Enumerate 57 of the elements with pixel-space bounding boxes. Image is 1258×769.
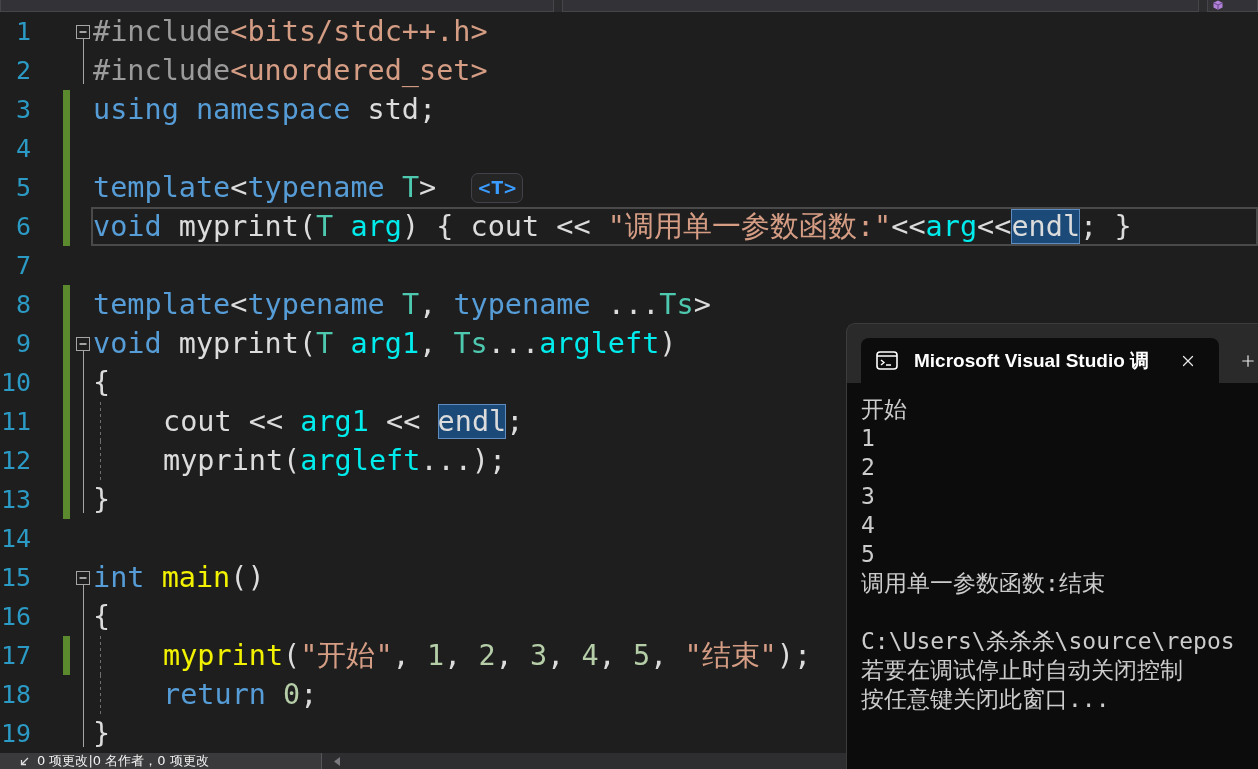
arrow-icon: [20, 756, 29, 766]
console-tab[interactable]: Microsoft Visual Studio 调: [861, 338, 1219, 383]
line-number: 9: [14, 328, 31, 360]
line-number: 5: [14, 172, 31, 204]
caret-left-icon[interactable]: [334, 756, 340, 766]
line-number: 19: [0, 718, 31, 750]
line-number: 6: [14, 211, 31, 243]
console-line: 开始: [861, 395, 907, 424]
line-number: 8: [14, 289, 31, 321]
line-number: 18: [0, 679, 31, 711]
line-number: 1: [14, 16, 31, 48]
console-line: 5: [861, 540, 875, 569]
template-hint[interactable]: <T>: [471, 172, 524, 203]
line-number: 13: [0, 484, 31, 516]
plus-icon[interactable]: [1239, 352, 1257, 370]
code-line: template<typename T, typename ...Ts>: [92, 287, 712, 323]
console-line: 4: [861, 511, 875, 540]
console-line: 3: [861, 482, 875, 511]
member-dropdown[interactable]: [1207, 0, 1258, 12]
code-line: using namespace std;: [92, 92, 438, 128]
console-line: 若要在调试停止时自动关闭控制: [861, 656, 1183, 685]
line-number: 3: [14, 94, 31, 126]
code-line: #include<unordered_set>: [92, 53, 489, 89]
line-number: 14: [0, 523, 31, 555]
line-number: 11: [0, 406, 31, 438]
console-line: 按任意键关闭此窗口...: [861, 685, 1110, 714]
collapse-icon[interactable]: [76, 337, 90, 351]
code-line: {: [92, 599, 112, 635]
code-line: int main(): [92, 560, 266, 596]
tab-title: Microsoft Visual Studio 调: [914, 348, 1151, 373]
collapse-icon[interactable]: [76, 571, 90, 585]
line-number: 4: [14, 133, 31, 165]
code-line: {: [92, 365, 112, 401]
cube-icon: [1213, 0, 1223, 10]
code-line: }: [92, 482, 112, 518]
console-line: C:\Users\杀杀杀\source\repos: [861, 627, 1235, 656]
code-line: return 0;: [162, 677, 319, 713]
console-line: 2: [861, 453, 875, 482]
code-line: }: [92, 716, 112, 752]
line-number: 2: [14, 55, 31, 87]
line-number: 17: [0, 640, 31, 672]
line-number: 12: [0, 445, 31, 477]
code-line: #include<bits/stdc++.h>: [92, 14, 489, 50]
code-line: template<typename T>: [92, 170, 438, 206]
changes-button[interactable]: 0 项更改|0 名作者，0 项更改: [0, 753, 322, 769]
collapse-icon[interactable]: [76, 25, 90, 39]
line-number: 16: [0, 601, 31, 633]
console-line: 1: [861, 424, 875, 453]
code-line: myprint("开始", 1, 2, 3, 4, 5, "结束");: [162, 638, 813, 674]
line-number: 15: [0, 562, 31, 594]
line-number: 7: [14, 250, 31, 282]
terminal-icon: [876, 351, 898, 370]
code-line: void myprint(T arg1, Ts...argleft): [92, 326, 678, 362]
console-line: 调用单一参数函数:结束: [861, 569, 1105, 598]
line-number: 10: [0, 367, 31, 399]
code-line: cout << arg1 << endl;: [162, 403, 525, 441]
code-line: myprint(argleft...);: [162, 443, 508, 479]
